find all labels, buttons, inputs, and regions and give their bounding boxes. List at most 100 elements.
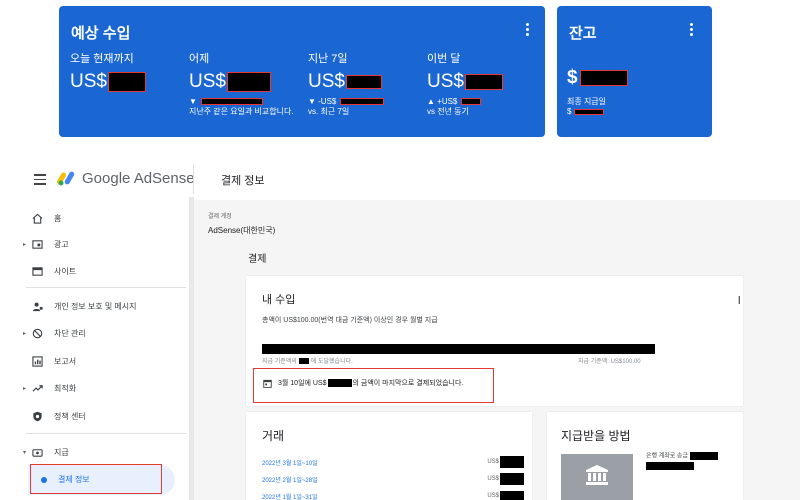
earnings-title: 예상 수입 — [71, 25, 131, 42]
calendar-icon — [263, 379, 272, 388]
amount-currency: US$ — [487, 493, 499, 499]
redacted-amount — [226, 72, 271, 92]
bank-account-label: 은행 계좌로 송금 — [646, 452, 718, 471]
sidebar-item-blocking[interactable]: ▸ 차단 관리 — [23, 323, 86, 343]
page-title: 결제 정보 — [221, 175, 265, 187]
metric-currency: US$ — [189, 71, 226, 92]
redacted-amount — [201, 98, 264, 106]
transaction-amount: US$ — [487, 491, 524, 500]
sidebar-item-reports[interactable]: 보고서 — [26, 351, 76, 371]
sidebar-divider — [26, 433, 186, 434]
metric-currency: US$ — [70, 71, 107, 92]
amount-currency: US$ — [487, 459, 499, 465]
sidebar-item-privacy[interactable]: 개인 정보 보호 및 메시지 — [26, 296, 137, 316]
last-payment-label: 최종 지급일 — [567, 97, 607, 106]
progress-label: 지급 기준액의 — [262, 359, 297, 365]
sidebar-item-label: 사이트 — [54, 266, 77, 276]
progress-label-suffix: 에 도달했습니다. — [310, 359, 353, 365]
sidebar-divider — [26, 287, 186, 288]
metric-compare-text: vs 전년 동기 — [427, 107, 469, 116]
redacted-amount — [500, 456, 524, 468]
trending-up-icon — [32, 384, 43, 392]
sidebar-item-ads[interactable]: ▸ 광고 — [23, 234, 69, 254]
trend-indicator: ▲ +US$ — [427, 97, 458, 106]
notice-text: 3월 10일에 US$ — [278, 380, 327, 387]
highlight-box — [30, 464, 162, 494]
redacted-amount — [107, 72, 146, 92]
clipped-text: l — [738, 295, 741, 307]
last-payment-currency: $ — [567, 107, 572, 116]
trend-indicator: ▼ -US$ — [308, 97, 337, 106]
sidebar-item-payments[interactable]: ▾ 지급 — [23, 442, 69, 462]
sidebar-item-label: 광고 — [54, 239, 69, 249]
expand-arrow-icon[interactable]: ▸ — [23, 241, 26, 248]
table-row[interactable]: 2022년 3월 1일~10일 US$ — [262, 456, 524, 468]
metric-label: 어제 — [189, 53, 210, 65]
sites-icon — [32, 266, 43, 276]
sidebar-item-label: 정책 센터 — [54, 411, 86, 421]
bank-label-text: 은행 계좌로 송금 — [646, 453, 688, 460]
metric-value: US$ — [427, 71, 545, 93]
income-title: 내 수입 — [262, 294, 296, 306]
sidebar-item-label: 최적화 — [54, 383, 77, 393]
balance-value: $ — [567, 67, 628, 89]
balance-sub: 최종 지급일 $ — [567, 97, 606, 117]
metric-sub: ▼ -US$ vs. 최근 7일 — [308, 97, 426, 117]
payment-account-label: 결제 계정 — [208, 214, 232, 220]
sidebar-item-label: 보고서 — [54, 356, 77, 366]
table-row[interactable]: 2022년 2월 1일~28일 US$ — [262, 473, 524, 485]
redacted-amount — [573, 108, 604, 115]
transaction-date-link[interactable]: 2022년 3월 1일~10일 — [262, 458, 318, 467]
metric-value: US$ — [189, 71, 307, 93]
expand-arrow-icon[interactable]: ▸ — [23, 330, 26, 337]
transactions-title: 거래 — [262, 429, 285, 443]
sidebar-item-policy-center[interactable]: 정책 센터 — [26, 406, 86, 426]
payment-method-title: 지급받을 방법 — [561, 429, 631, 443]
shield-icon — [33, 411, 42, 421]
transaction-date-link[interactable]: 2022년 1월 1일~31일 — [262, 492, 318, 500]
progress-left-text: 지급 기준액의 에 도달했습니다. — [262, 356, 353, 365]
redacted-amount — [500, 491, 524, 500]
redacted-amount — [298, 357, 309, 364]
notice-text-suffix: 의 금액이 마지막으로 결제되었습니다. — [352, 380, 464, 387]
metric-compare-text: 지난주 같은 요일과 비교합니다. — [189, 107, 294, 116]
last-payment-notice: 3월 10일에 US$ 의 금액이 마지막으로 결제되었습니다. — [263, 378, 463, 388]
balance-card: 잔고 $ 최종 지급일 $ — [557, 6, 712, 137]
reports-icon — [32, 355, 43, 367]
collapse-arrow-icon[interactable]: ▾ — [23, 449, 26, 456]
earnings-more-icon[interactable] — [526, 23, 530, 37]
redacted-amount — [339, 98, 384, 106]
sidebar-item-home[interactable]: 홈 — [26, 208, 61, 228]
metric-value: US$ — [308, 71, 426, 93]
metric-today: 오늘 현재까지 US$ — [70, 52, 188, 93]
redacted-amount — [579, 70, 628, 86]
payments-icon — [32, 448, 43, 457]
metric-label: 지난 7일 — [308, 53, 348, 65]
expand-arrow-icon[interactable]: ▸ — [23, 385, 26, 392]
redacted-amount — [500, 473, 524, 485]
table-row[interactable]: 2022년 1월 1일~31일 US$ — [262, 490, 524, 500]
bank-icon — [586, 465, 608, 485]
metric-yesterday: 어제 US$ ▼ 지난주 같은 요일과 비교합니다. — [189, 52, 307, 117]
brand-name: Google AdSense — [82, 170, 195, 187]
redacted-amount — [345, 75, 382, 89]
sidebar-item-optimization[interactable]: ▸ 최적화 — [23, 378, 77, 398]
metric-currency: US$ — [308, 71, 345, 92]
redacted-amount — [460, 98, 481, 106]
privacy-person-icon — [32, 302, 43, 311]
header-divider — [193, 164, 194, 194]
trend-indicator: ▼ — [189, 97, 197, 106]
redacted-account — [646, 461, 694, 470]
transaction-amount: US$ — [487, 456, 524, 468]
income-description: 총액이 US$100.00(번역 대금 기준액) 이상인 경우 월별 지급 — [262, 317, 438, 324]
sidebar-item-sites[interactable]: 사이트 — [26, 261, 76, 281]
block-icon — [32, 328, 43, 338]
transaction-date-link[interactable]: 2022년 2월 1일~28일 — [262, 475, 318, 484]
metric-currency: US$ — [427, 71, 464, 92]
ads-icon — [32, 239, 43, 249]
metric-sub: ▲ +US$ vs 전년 동기 — [427, 97, 545, 117]
menu-icon[interactable] — [34, 174, 46, 188]
payment-account-name[interactable]: AdSense(대한민국) — [208, 225, 275, 236]
metric-sub: ▼ 지난주 같은 요일과 비교합니다. — [189, 97, 307, 117]
balance-more-icon[interactable] — [690, 23, 694, 37]
